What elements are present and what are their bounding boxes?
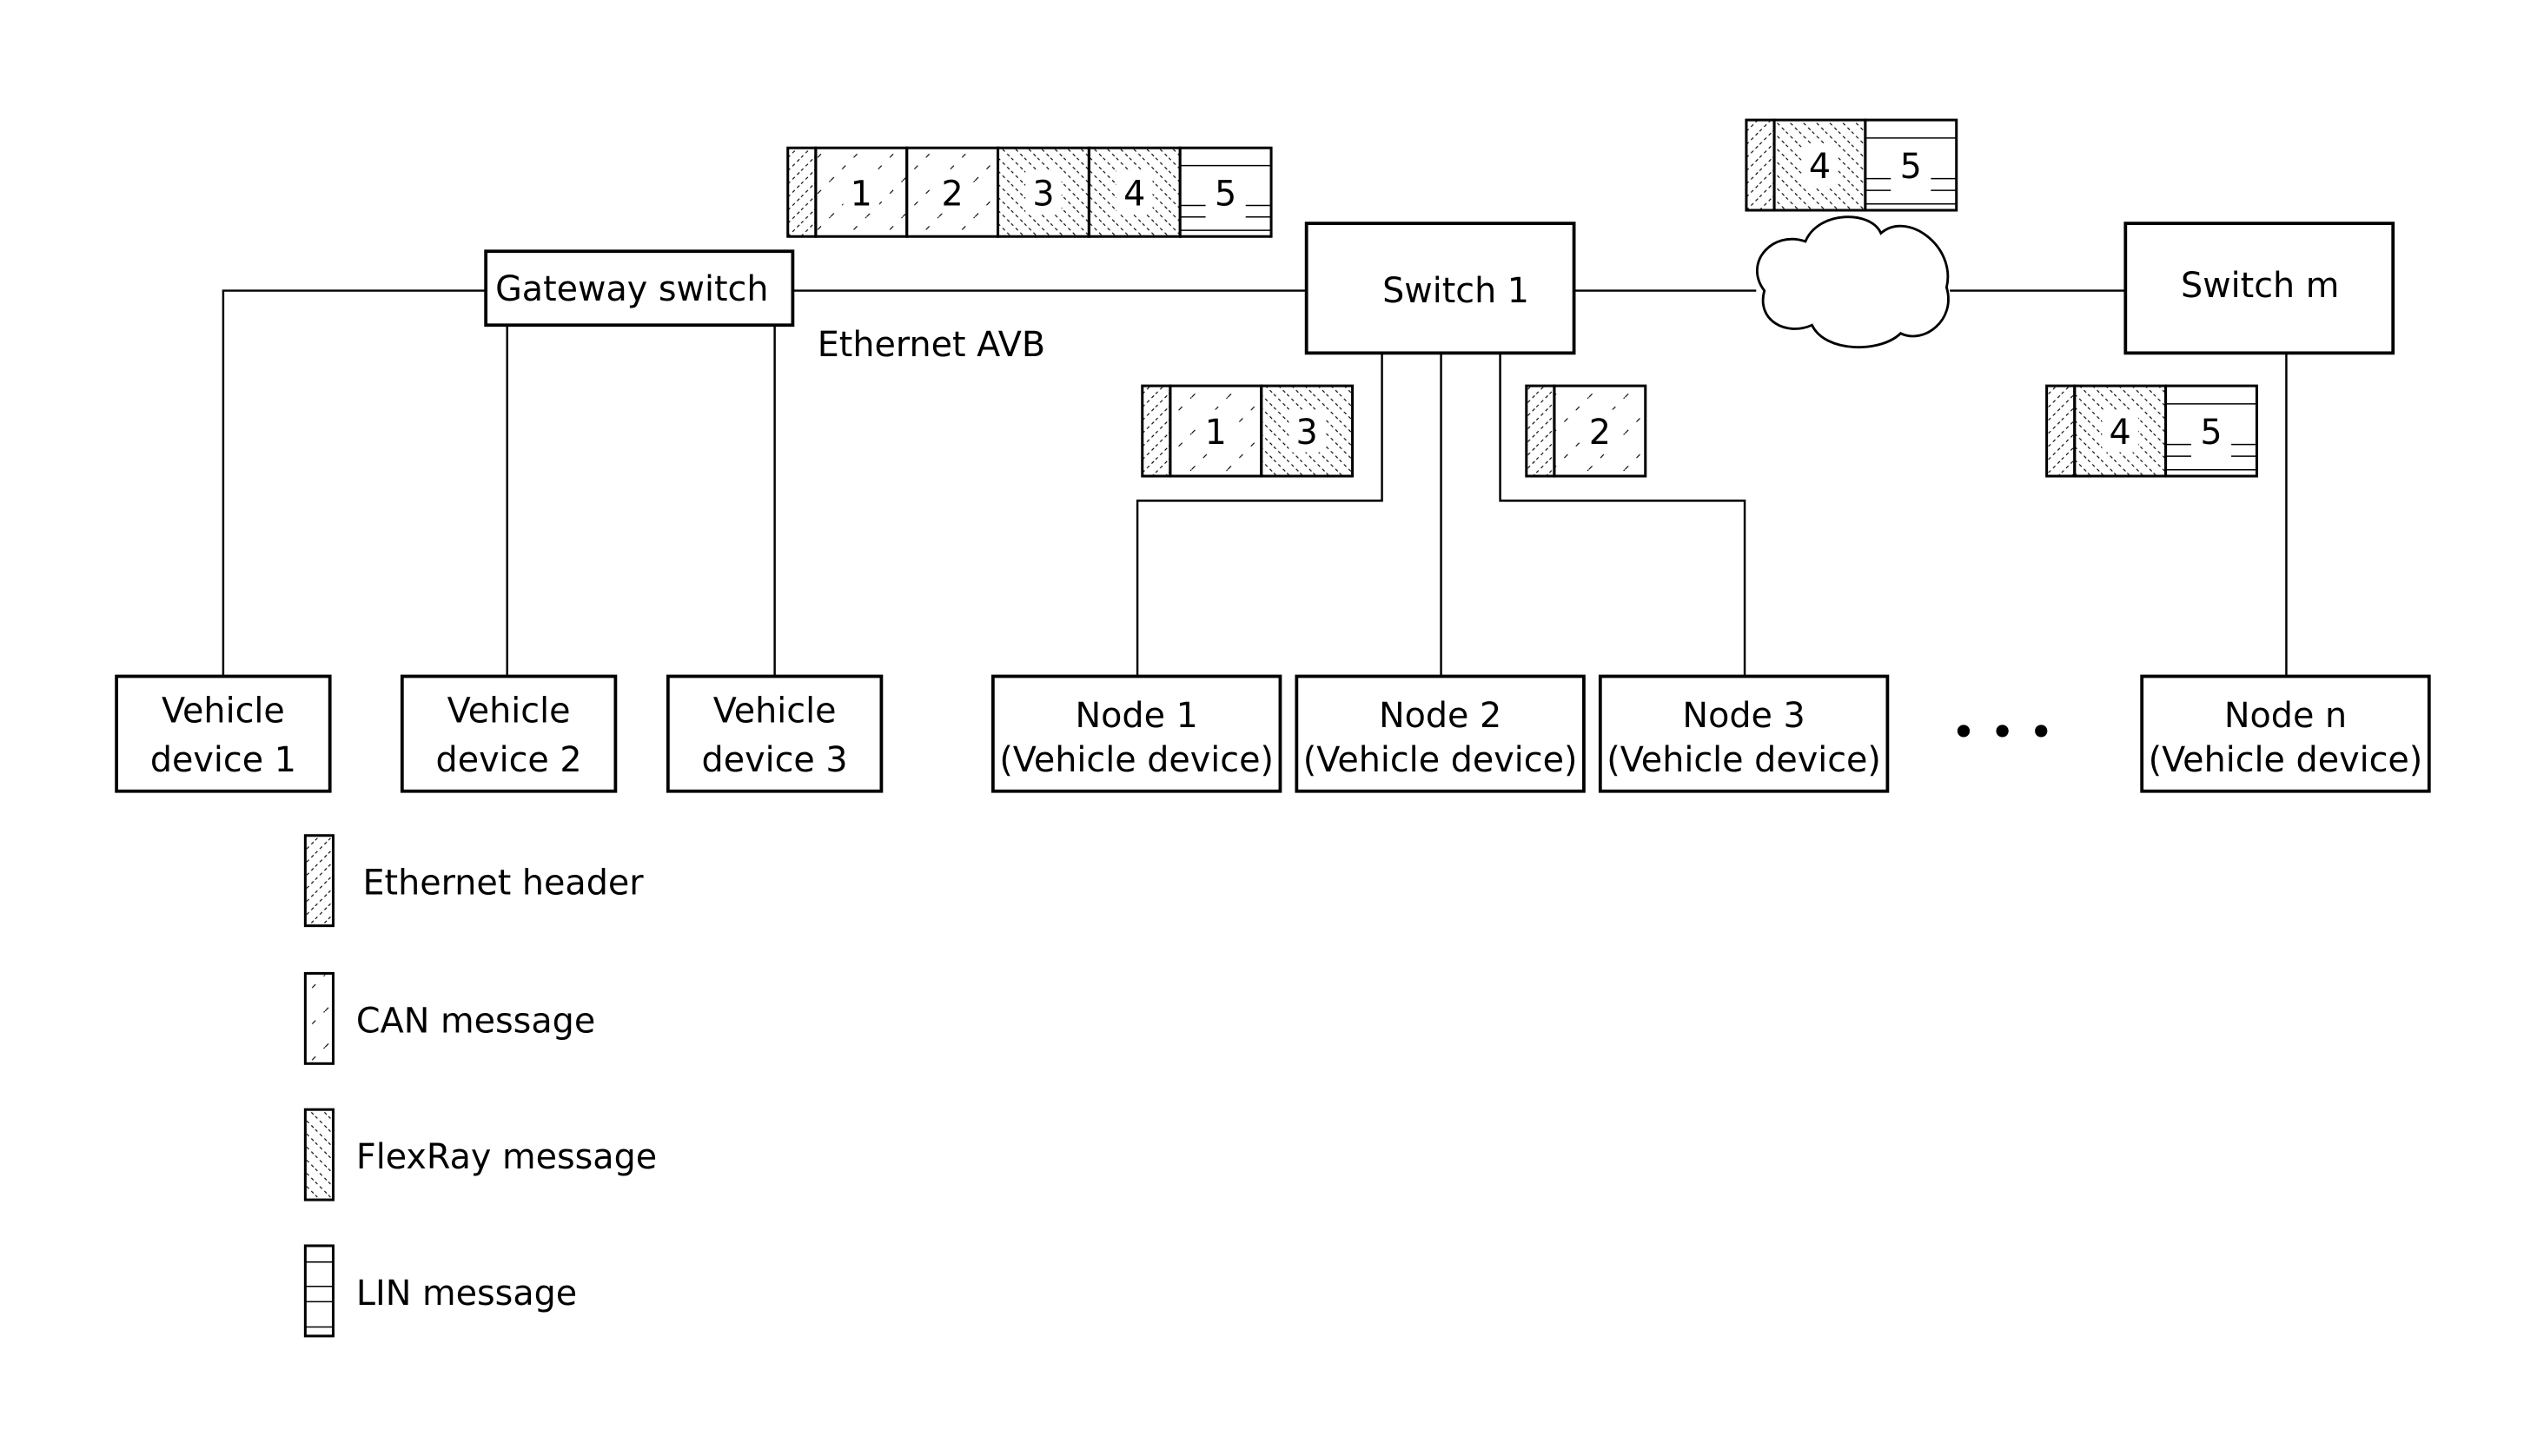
cell-number: 5 bbox=[1215, 174, 1236, 214]
vehicle-device-3[interactable]: Vehicle device 3 bbox=[666, 674, 884, 793]
node-label-line1: Node n bbox=[2224, 696, 2347, 736]
legend-label: Ethernet header bbox=[362, 864, 644, 903]
frame-cloud: 45 bbox=[1745, 118, 1958, 212]
legend-item-can: CAN message bbox=[303, 971, 595, 1065]
network-diagram: Gateway switch Ethernet AVB Switch 1 Swi… bbox=[115, 118, 2431, 1338]
node-3[interactable]: Node 3(Vehicle device) bbox=[1598, 674, 1890, 793]
node-4[interactable]: Node n(Vehicle device) bbox=[2140, 674, 2431, 793]
legend-swatch bbox=[303, 1244, 335, 1338]
frame-noden: 45 bbox=[2045, 384, 2258, 478]
cell-number: 1 bbox=[851, 174, 872, 214]
cell-number: 5 bbox=[2200, 413, 2222, 453]
node-label-line2: (Vehicle device) bbox=[1607, 740, 1881, 780]
cell-number: 2 bbox=[1589, 413, 1611, 453]
flexray-cell: 4 bbox=[1772, 118, 1867, 212]
can-cell: 2 bbox=[905, 146, 1000, 238]
ethernet-header-cell bbox=[1525, 384, 1556, 478]
flexray-cell: 3 bbox=[997, 146, 1090, 238]
link-gateway-device1 bbox=[222, 289, 487, 677]
vehicle-device-2[interactable]: Vehicle device 2 bbox=[400, 674, 618, 793]
legend: Ethernet header CAN message FlexRay messag… bbox=[303, 834, 657, 1338]
cell-number: 3 bbox=[1032, 174, 1054, 214]
cell-number: 4 bbox=[1123, 174, 1145, 214]
ethernet-header-cell bbox=[786, 146, 818, 238]
legend-swatch bbox=[303, 1108, 335, 1201]
connections bbox=[222, 289, 2288, 677]
legend-label: FlexRay message bbox=[356, 1137, 657, 1177]
diagram-canvas: Gateway switch Ethernet AVB Switch 1 Swi… bbox=[0, 0, 2544, 1456]
gateway-switch-label: Gateway switch bbox=[495, 269, 768, 309]
node-label-line1: Node 3 bbox=[1682, 696, 1805, 736]
ethernet-avb-label: Ethernet AVB bbox=[818, 325, 1045, 365]
vehicle-devices: Vehicle device 1 Vehicle device 2 Vehicle dev… bbox=[115, 674, 884, 793]
cloud-icon bbox=[1756, 215, 1950, 348]
node-2[interactable]: Node 2(Vehicle device) bbox=[1295, 674, 1586, 793]
legend-item-eth: Ethernet header bbox=[303, 834, 644, 928]
legend-label: CAN message bbox=[356, 1001, 595, 1041]
switch-m[interactable]: Switch m bbox=[2123, 222, 2395, 355]
cell-number: 1 bbox=[1205, 413, 1227, 453]
can-cell: 2 bbox=[1553, 384, 1647, 478]
device-label-line2: device 3 bbox=[702, 740, 848, 780]
frame-node3: 2 bbox=[1525, 384, 1647, 478]
flexray-cell: 3 bbox=[1260, 384, 1355, 478]
node-label-line1: Node 2 bbox=[1379, 696, 1501, 736]
flexray-cell: 4 bbox=[1087, 146, 1182, 238]
device-label-line1: Vehicle bbox=[162, 691, 285, 731]
node-1[interactable]: Node 1(Vehicle device) bbox=[990, 674, 1282, 793]
legend-swatch bbox=[303, 971, 335, 1065]
ethernet-header-cell bbox=[1745, 118, 1776, 212]
switch-m-label: Switch m bbox=[2181, 266, 2339, 306]
device-label-line2: device 1 bbox=[150, 740, 296, 780]
flexray-cell: 4 bbox=[2073, 384, 2168, 478]
vehicle-device-1[interactable]: Vehicle device 1 bbox=[115, 674, 332, 793]
can-cell: 1 bbox=[814, 146, 909, 238]
node-label-line2: (Vehicle device) bbox=[999, 740, 1274, 780]
legend-label: LIN message bbox=[356, 1274, 577, 1314]
legend-swatch bbox=[303, 834, 335, 928]
legend-item-flexray: FlexRay message bbox=[303, 1108, 657, 1201]
ethernet-header-cell bbox=[2045, 384, 2077, 478]
cell-number: 3 bbox=[1296, 413, 1318, 453]
lin-cell: 5 bbox=[1864, 118, 1958, 212]
switch-1[interactable]: Switch 1 bbox=[1304, 222, 1576, 355]
lin-cell: 5 bbox=[2164, 384, 2258, 478]
ellipsis: • • • bbox=[1951, 707, 2054, 758]
frame-main: 1 2 3 4 5 bbox=[786, 146, 1273, 238]
node-label-line1: Node 1 bbox=[1075, 696, 1197, 736]
device-label-line2: device 2 bbox=[436, 740, 582, 780]
switch-1-label: Switch 1 bbox=[1382, 271, 1529, 311]
device-label-line1: Vehicle bbox=[713, 691, 837, 731]
lin-cell: 5 bbox=[1178, 146, 1273, 238]
cell-number: 2 bbox=[941, 174, 963, 214]
device-label-line1: Vehicle bbox=[447, 691, 571, 731]
cell-number: 4 bbox=[2110, 413, 2131, 453]
nodes: Node 1(Vehicle device)Node 2(Vehicle dev… bbox=[990, 674, 2431, 793]
frame-node1: 13 bbox=[1141, 384, 1355, 478]
legend-item-lin: LIN message bbox=[303, 1244, 577, 1338]
node-label-line2: (Vehicle device) bbox=[1303, 740, 1578, 780]
cell-number: 5 bbox=[1900, 147, 1922, 187]
can-cell: 1 bbox=[1169, 384, 1263, 478]
node-label-line2: (Vehicle device) bbox=[2149, 740, 2423, 780]
gateway-switch[interactable]: Gateway switch bbox=[484, 249, 795, 328]
ethernet-header-cell bbox=[1141, 384, 1172, 478]
cell-number: 4 bbox=[1809, 147, 1831, 187]
